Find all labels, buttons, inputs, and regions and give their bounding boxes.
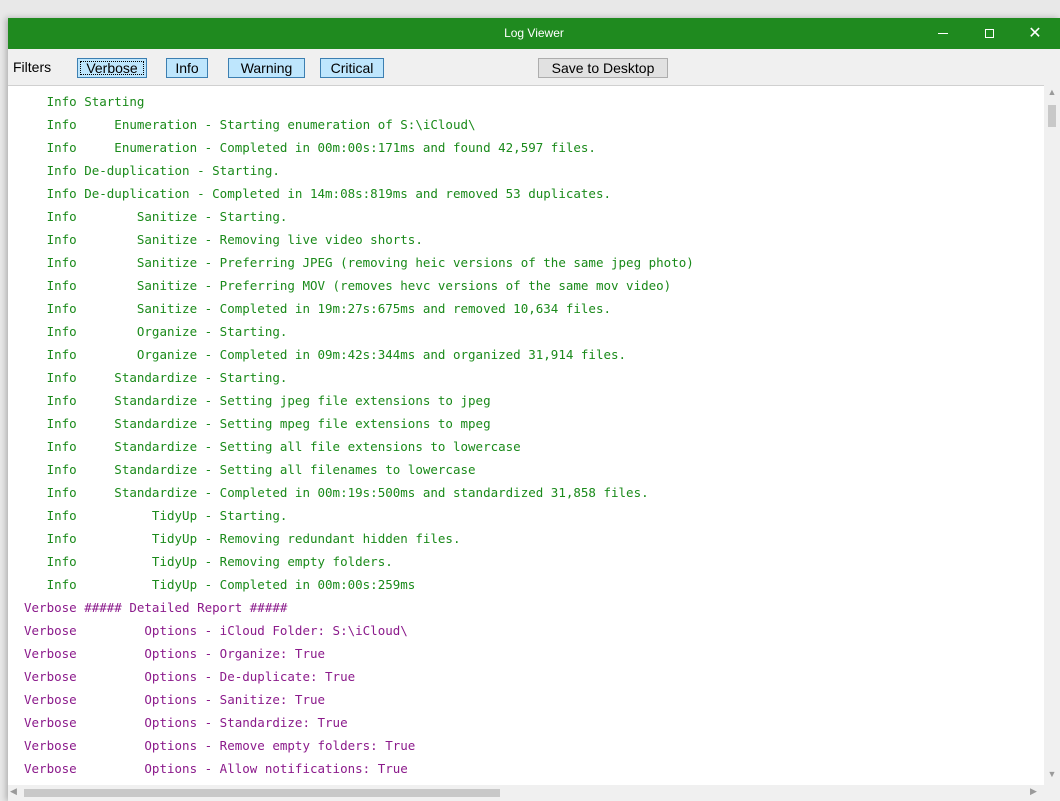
log-line: Info Starting	[24, 94, 145, 109]
log-line: Info Standardize - Completed in 00m:19s:…	[24, 485, 649, 500]
log-line: Info De-duplication - Completed in 14m:0…	[24, 186, 611, 201]
log-lines: Info Starting Info Enumeration - Startin…	[24, 90, 1039, 780]
filters-label: Filters	[13, 59, 52, 75]
log-line: Info Enumeration - Starting enumeration …	[24, 117, 476, 132]
log-line: Verbose Options - Standardize: True	[24, 715, 348, 730]
log-line: Info Standardize - Setting all file exte…	[24, 439, 521, 454]
log-line: Info TidyUp - Starting.	[24, 508, 288, 523]
log-line: Info Sanitize - Removing live video shor…	[24, 232, 423, 247]
log-line: Verbose Options - iCloud Folder: S:\iClo…	[24, 623, 408, 638]
log-line: Info Standardize - Setting jpeg file ext…	[24, 393, 491, 408]
log-viewer-window: Log Viewer ✕ Filters Verbose Info Warnin…	[8, 18, 1060, 801]
horizontal-scroll-thumb[interactable]	[24, 789, 500, 797]
vertical-scrollbar[interactable]: ▲ ▼	[1044, 85, 1060, 785]
warning-filter-button[interactable]: Warning	[228, 58, 305, 78]
minimize-button[interactable]	[920, 18, 966, 49]
scrollbar-corner	[1044, 785, 1060, 801]
log-line: Info Standardize - Starting.	[24, 370, 288, 385]
log-line: Verbose Options - Sanitize: True	[24, 692, 326, 707]
minimize-icon	[938, 33, 948, 34]
scroll-left-icon[interactable]: ◀	[10, 786, 22, 800]
vertical-scroll-thumb[interactable]	[1048, 105, 1056, 127]
log-line: Verbose Options - De-duplicate: True	[24, 669, 356, 684]
window-title: Log Viewer	[504, 26, 564, 40]
log-line: Info TidyUp - Removing redundant hidden …	[24, 531, 461, 546]
save-to-desktop-button[interactable]: Save to Desktop	[538, 58, 668, 78]
log-line: Info Sanitize - Starting.	[24, 209, 288, 224]
log-line: Info Sanitize - Preferring JPEG (removin…	[24, 255, 694, 270]
log-line: Info Organize - Completed in 09m:42s:344…	[24, 347, 627, 362]
horizontal-scrollbar[interactable]: ◀ ▶	[8, 785, 1044, 801]
title-bar[interactable]: Log Viewer ✕	[8, 18, 1060, 49]
log-line: Verbose ##### Detailed Report #####	[24, 600, 288, 615]
log-output[interactable]: Info Starting Info Enumeration - Startin…	[8, 85, 1060, 786]
maximize-icon	[984, 29, 994, 38]
close-icon: ✕	[1028, 24, 1042, 42]
close-button[interactable]: ✕	[1012, 18, 1058, 49]
log-line: Verbose Options - Remove empty folders: …	[24, 738, 416, 753]
critical-filter-button[interactable]: Critical	[320, 58, 384, 78]
log-line: Verbose Options - Organize: True	[24, 646, 326, 661]
log-line: Info Standardize - Setting mpeg file ext…	[24, 416, 491, 431]
verbose-filter-button[interactable]: Verbose	[77, 58, 147, 78]
scroll-down-icon[interactable]: ▼	[1044, 769, 1060, 783]
log-line: Info Standardize - Setting all filenames…	[24, 462, 476, 477]
filter-toolbar: Filters Verbose Info Warning Critical Sa…	[8, 49, 1060, 85]
log-line: Info Enumeration - Completed in 00m:00s:…	[24, 140, 596, 155]
scroll-right-icon[interactable]: ▶	[1030, 786, 1042, 800]
log-line: Info Organize - Starting.	[24, 324, 288, 339]
info-filter-button[interactable]: Info	[166, 58, 208, 78]
log-line: Info TidyUp - Completed in 00m:00s:259ms	[24, 577, 416, 592]
log-line: Info TidyUp - Removing empty folders.	[24, 554, 393, 569]
maximize-button[interactable]	[966, 18, 1012, 49]
log-line: Info Sanitize - Completed in 19m:27s:675…	[24, 301, 611, 316]
log-line: Verbose Options - Allow notifications: T…	[24, 761, 408, 776]
log-line: Info De-duplication - Starting.	[24, 163, 280, 178]
log-line: Info Sanitize - Preferring MOV (removes …	[24, 278, 672, 293]
scroll-up-icon[interactable]: ▲	[1044, 87, 1060, 101]
